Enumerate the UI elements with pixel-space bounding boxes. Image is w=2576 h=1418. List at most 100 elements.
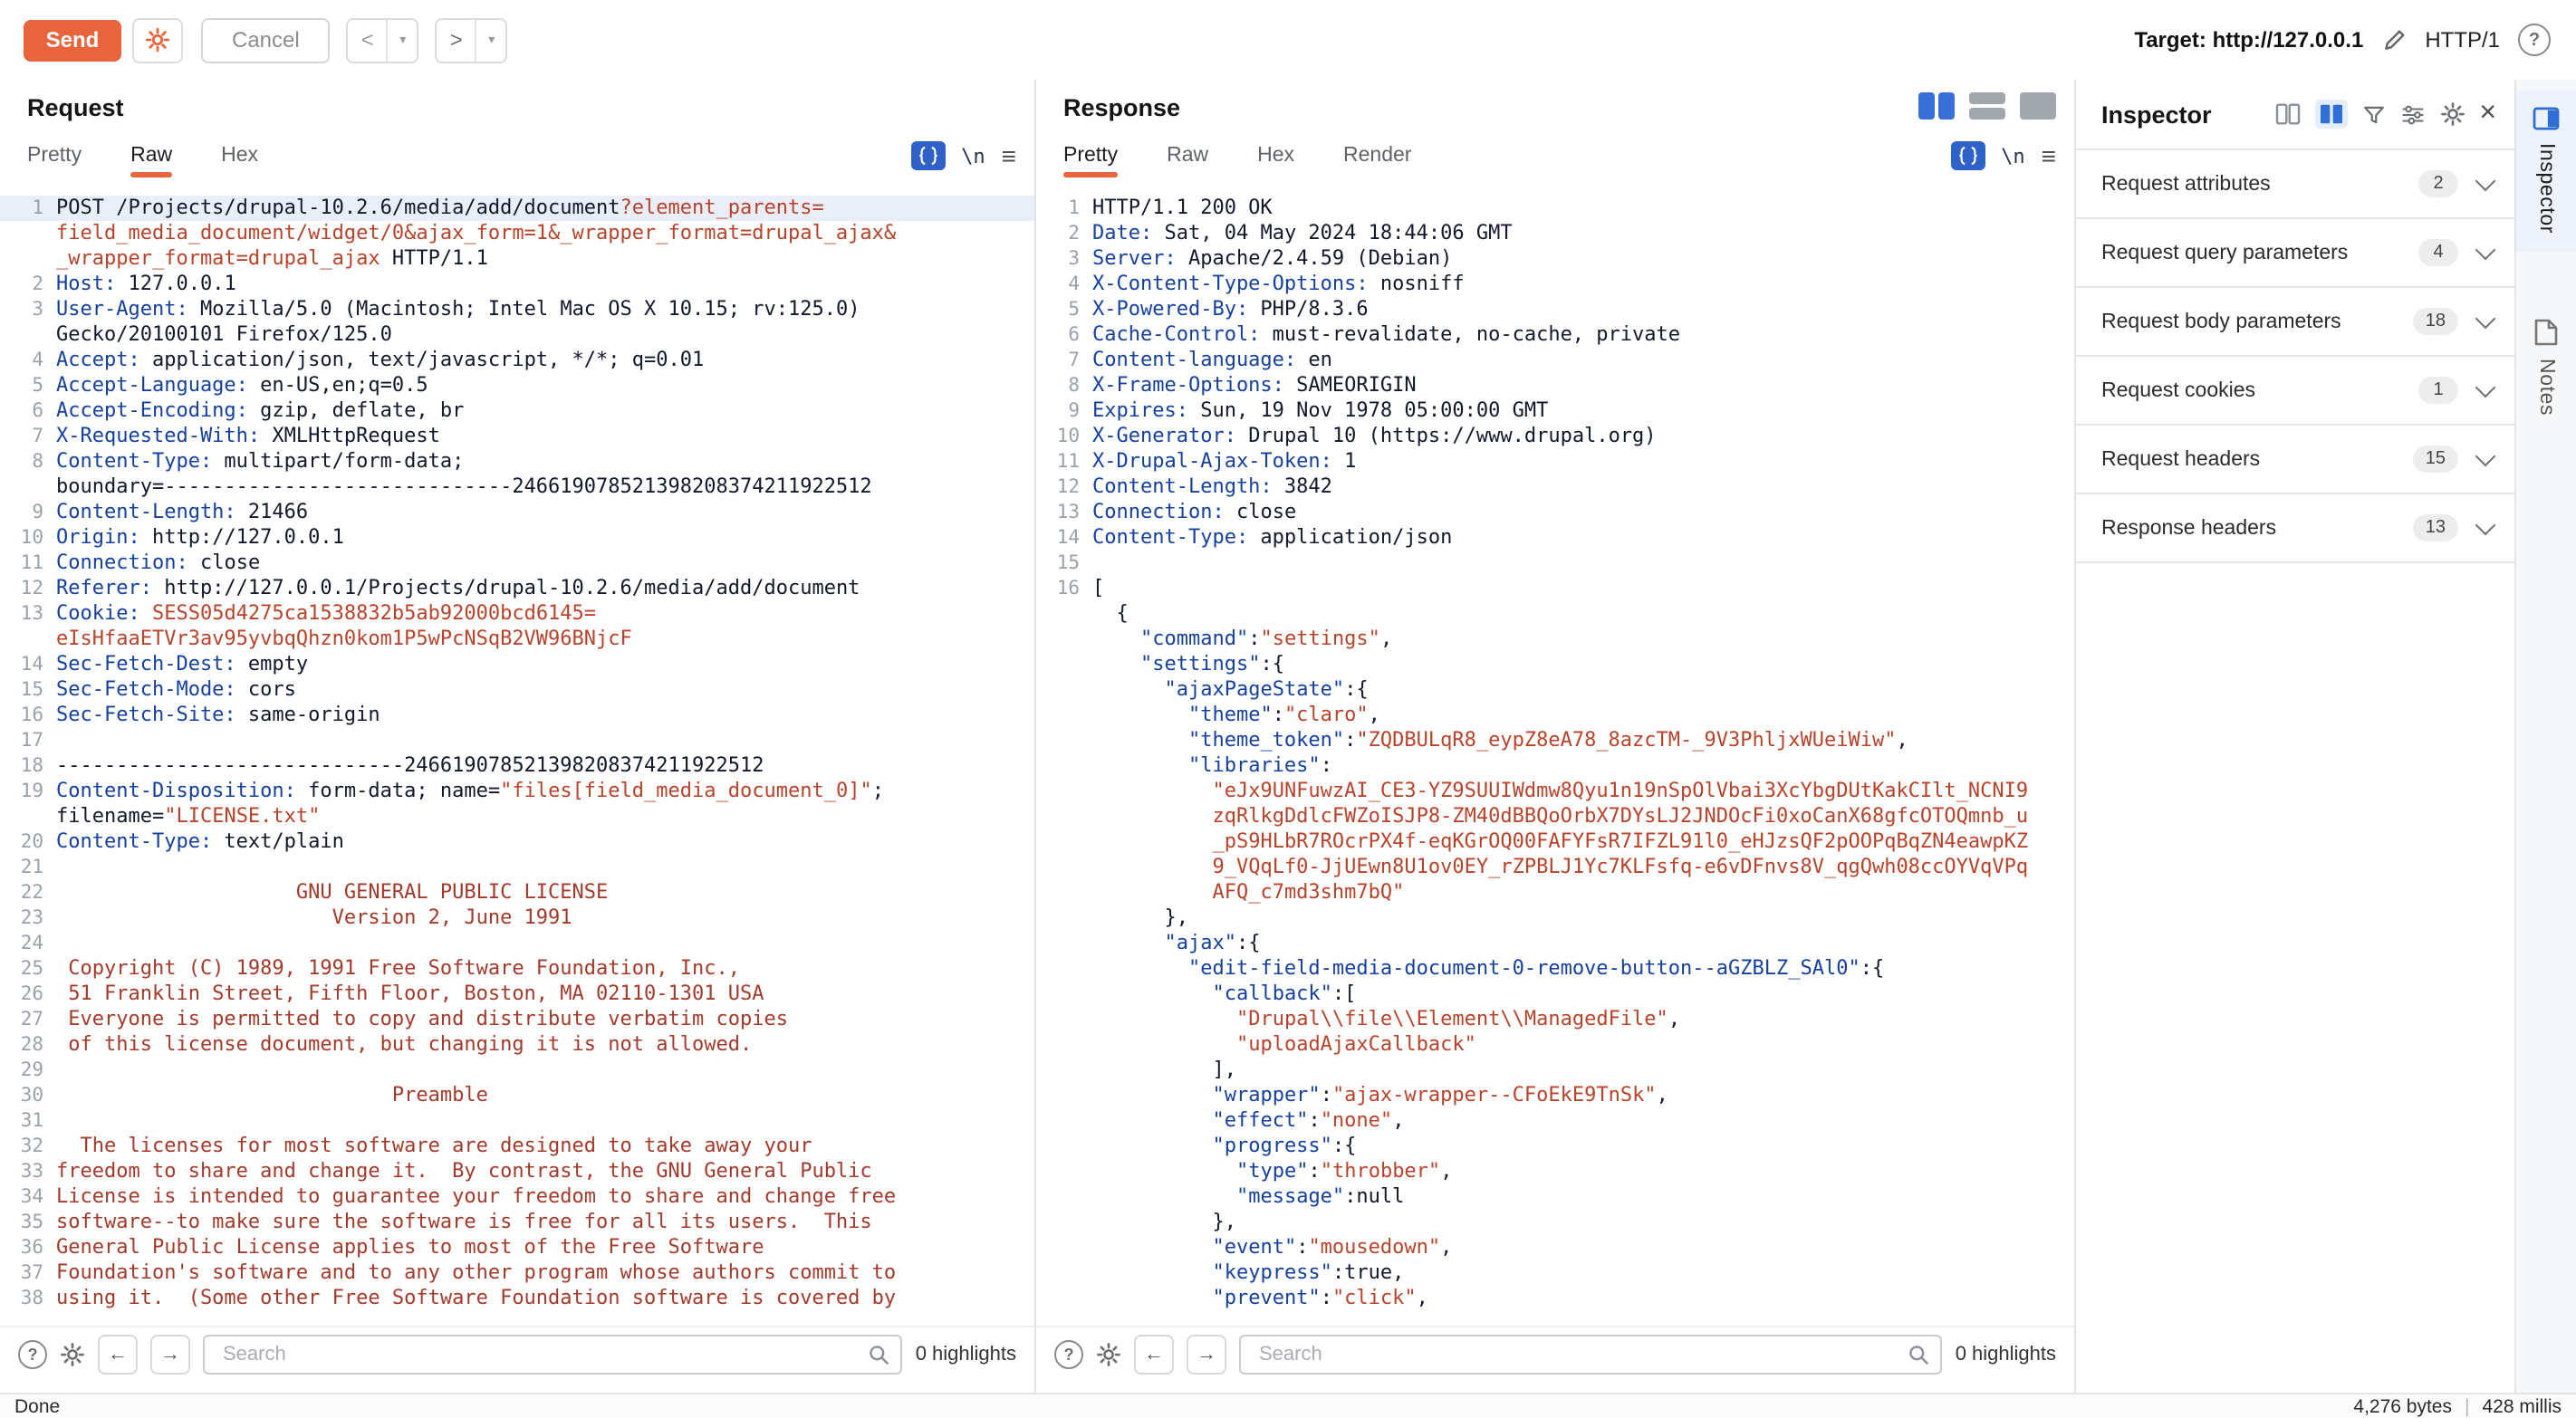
- inspector-view-single-icon[interactable]: [2274, 103, 2300, 125]
- inspector-view-columns-icon[interactable]: [2314, 100, 2347, 129]
- code-line[interactable]: 35software--to make sure the software is…: [0, 1210, 1034, 1235]
- inspector-section-request-headers[interactable]: Request headers15: [2076, 426, 2514, 494]
- code-line[interactable]: 14Content-Type: application/json: [1036, 525, 2074, 551]
- search-settings-gear-icon[interactable]: [1096, 1342, 1121, 1367]
- inspector-close-icon[interactable]: ×: [2479, 100, 2496, 129]
- history-forward-button[interactable]: >: [437, 19, 476, 61]
- code-line[interactable]: 31: [0, 1108, 1034, 1134]
- inspector-section-request-cookies[interactable]: Request cookies1: [2076, 357, 2514, 426]
- code-line[interactable]: 7Content-language: en: [1036, 348, 2074, 373]
- code-line[interactable]: 10Origin: http://127.0.0.1: [0, 525, 1034, 551]
- side-tab-inspector[interactable]: Inspector: [2516, 91, 2576, 252]
- code-line[interactable]: "prevent":"click",: [1036, 1286, 2074, 1311]
- code-line[interactable]: 3Server: Apache/2.4.59 (Debian): [1036, 246, 2074, 272]
- sliders-icon[interactable]: [2399, 102, 2425, 126]
- tab-hex[interactable]: Hex: [221, 134, 258, 177]
- code-line[interactable]: 19Content-Disposition: form-data; name="…: [0, 779, 1034, 804]
- code-line[interactable]: "settings":{: [1036, 652, 2074, 677]
- code-line[interactable]: 34License is intended to guarantee your …: [0, 1184, 1034, 1210]
- code-line[interactable]: 4X-Content-Type-Options: nosniff: [1036, 272, 2074, 297]
- code-line[interactable]: 29: [0, 1058, 1034, 1083]
- code-line[interactable]: 8X-Frame-Options: SAMEORIGIN: [1036, 373, 2074, 398]
- code-line[interactable]: 9Content-Length: 21466: [0, 500, 1034, 525]
- tab-render[interactable]: Render: [1343, 134, 1411, 177]
- code-line[interactable]: "Drupal\\file\\Element\\ManagedFile",: [1036, 1007, 2074, 1032]
- code-line[interactable]: "event":"mousedown",: [1036, 1235, 2074, 1260]
- code-line[interactable]: "progress":{: [1036, 1134, 2074, 1159]
- code-line[interactable]: 21: [0, 855, 1034, 880]
- help-icon[interactable]: ?: [2518, 24, 2551, 56]
- code-line[interactable]: },: [1036, 1210, 2074, 1235]
- filter-icon[interactable]: [2361, 102, 2385, 126]
- code-line[interactable]: 33freedom to share and change it. By con…: [0, 1159, 1034, 1184]
- cancel-button[interactable]: Cancel: [201, 17, 331, 62]
- code-line[interactable]: 4Accept: application/json, text/javascri…: [0, 348, 1034, 373]
- code-line[interactable]: _pS9HLbR7ROcrPX4f-eqKGrOQ00FAFYFsR7IFZL9…: [1036, 829, 2074, 855]
- code-line[interactable]: _wrapper_format=drupal_ajax HTTP/1.1: [0, 246, 1034, 272]
- editor-menu-icon[interactable]: ≡: [2042, 143, 2056, 168]
- tab-pretty[interactable]: Pretty: [1063, 134, 1118, 177]
- code-line[interactable]: 25 Copyright (C) 1989, 1991 Free Softwar…: [0, 956, 1034, 982]
- code-line[interactable]: ],: [1036, 1058, 2074, 1083]
- code-line[interactable]: "libraries":: [1036, 753, 2074, 779]
- side-tab-notes[interactable]: Notes: [2516, 302, 2576, 434]
- code-line[interactable]: 32 The licenses for most software are de…: [0, 1134, 1034, 1159]
- code-line[interactable]: 26 51 Franklin Street, Fifth Floor, Bost…: [0, 982, 1034, 1007]
- code-line[interactable]: 6Cache-Control: must-revalidate, no-cach…: [1036, 322, 2074, 348]
- code-line[interactable]: 9_VQqLf0-JjUEwn8U1ov0EY_rZPBLJ1Yc7KLFsfq…: [1036, 855, 2074, 880]
- code-line[interactable]: "uploadAjaxCallback": [1036, 1032, 2074, 1058]
- editor-menu-icon[interactable]: ≡: [1002, 143, 1016, 168]
- history-back-dropdown[interactable]: ▾: [387, 19, 418, 61]
- code-line[interactable]: 10X-Generator: Drupal 10 (https://www.dr…: [1036, 424, 2074, 449]
- code-line[interactable]: 16Sec-Fetch-Site: same-origin: [0, 703, 1034, 728]
- code-line[interactable]: },: [1036, 905, 2074, 931]
- search-next-button[interactable]: →: [1187, 1335, 1226, 1375]
- code-line[interactable]: {: [1036, 601, 2074, 627]
- send-settings-button[interactable]: [132, 17, 183, 62]
- code-line[interactable]: 18-----------------------------246619078…: [0, 753, 1034, 779]
- code-line[interactable]: 1HTTP/1.1 200 OK: [1036, 196, 2074, 221]
- code-line[interactable]: 12Referer: http://127.0.0.1/Projects/dru…: [0, 576, 1034, 601]
- code-line[interactable]: 30 Preamble: [0, 1083, 1034, 1108]
- code-line[interactable]: Gecko/20100101 Firefox/125.0: [0, 322, 1034, 348]
- code-line[interactable]: "edit-field-media-document-0-remove-butt…: [1036, 956, 2074, 982]
- inspector-section-response-headers[interactable]: Response headers13: [2076, 494, 2514, 563]
- tab-pretty[interactable]: Pretty: [27, 134, 82, 177]
- code-line[interactable]: 11X-Drupal-Ajax-Token: 1: [1036, 449, 2074, 474]
- layout-columns-button[interactable]: [1918, 92, 1955, 120]
- response-search-input[interactable]: [1255, 1342, 1908, 1367]
- code-line[interactable]: 3User-Agent: Mozilla/5.0 (Macintosh; Int…: [0, 297, 1034, 322]
- code-line[interactable]: 14Sec-Fetch-Dest: empty: [0, 652, 1034, 677]
- code-line[interactable]: 37Foundation's software and to any other…: [0, 1260, 1034, 1286]
- inspector-section-request-query-parameters[interactable]: Request query parameters4: [2076, 219, 2514, 288]
- code-line[interactable]: boundary=-----------------------------24…: [0, 474, 1034, 500]
- show-newlines-icon[interactable]: \n: [961, 144, 985, 168]
- request-editor[interactable]: 1POST /Projects/drupal-10.2.6/media/add/…: [0, 192, 1034, 1315]
- code-line[interactable]: 13Cookie: SESS05d4275ca1538832b5ab92000b…: [0, 601, 1034, 627]
- code-line[interactable]: 23 Version 2, June 1991: [0, 905, 1034, 931]
- edit-target-pencil-icon[interactable]: [2381, 27, 2407, 53]
- code-line[interactable]: "ajax":{: [1036, 931, 2074, 956]
- response-editor[interactable]: 1HTTP/1.1 200 OK2Date: Sat, 04 May 2024 …: [1036, 192, 2074, 1315]
- code-line[interactable]: "type":"throbber",: [1036, 1159, 2074, 1184]
- code-line[interactable]: "eJx9UNFuwzAI_CE3-YZ9SUUIWdmw8Qyu1n19nSp…: [1036, 779, 2074, 804]
- code-line[interactable]: "effect":"none",: [1036, 1108, 2074, 1134]
- code-line[interactable]: 5Accept-Language: en-US,en;q=0.5: [0, 373, 1034, 398]
- tab-raw[interactable]: Raw: [130, 134, 172, 177]
- code-line[interactable]: zqRlkgDdlcFWZoISJP8-ZM40dBBQoOrbX7DYsLJ2…: [1036, 804, 2074, 829]
- search-help-icon[interactable]: ?: [18, 1340, 47, 1369]
- code-line[interactable]: eIsHfaaETVr3av95yvbqQhzn0kom1P5wPcNSqB2V…: [0, 627, 1034, 652]
- code-line[interactable]: "keypress":true,: [1036, 1260, 2074, 1286]
- tab-raw[interactable]: Raw: [1167, 134, 1208, 177]
- code-line[interactable]: "message":null: [1036, 1184, 2074, 1210]
- history-forward-dropdown[interactable]: ▾: [476, 19, 506, 61]
- search-prev-button[interactable]: ←: [1134, 1335, 1174, 1375]
- code-line[interactable]: filename="LICENSE.txt": [0, 804, 1034, 829]
- search-prev-button[interactable]: ←: [98, 1335, 138, 1375]
- layout-single-button[interactable]: [2020, 92, 2056, 120]
- code-line[interactable]: "command":"settings",: [1036, 627, 2074, 652]
- code-line[interactable]: 20Content-Type: text/plain: [0, 829, 1034, 855]
- code-line[interactable]: "ajaxPageState":{: [1036, 677, 2074, 703]
- code-line[interactable]: 22 GNU GENERAL PUBLIC LICENSE: [0, 880, 1034, 905]
- code-line[interactable]: 16[: [1036, 576, 2074, 601]
